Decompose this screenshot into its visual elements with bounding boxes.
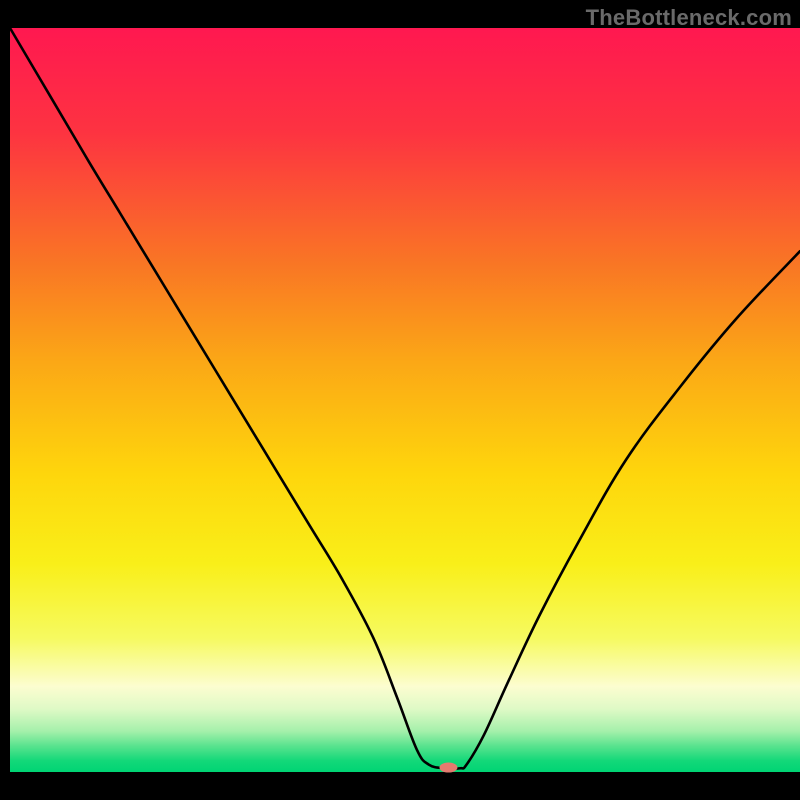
chart-frame: TheBottleneck.com (10, 0, 800, 800)
watermark-text: TheBottleneck.com (586, 5, 792, 31)
gradient-background (10, 28, 800, 772)
bottleneck-chart (10, 0, 800, 800)
optimal-marker (439, 763, 457, 773)
